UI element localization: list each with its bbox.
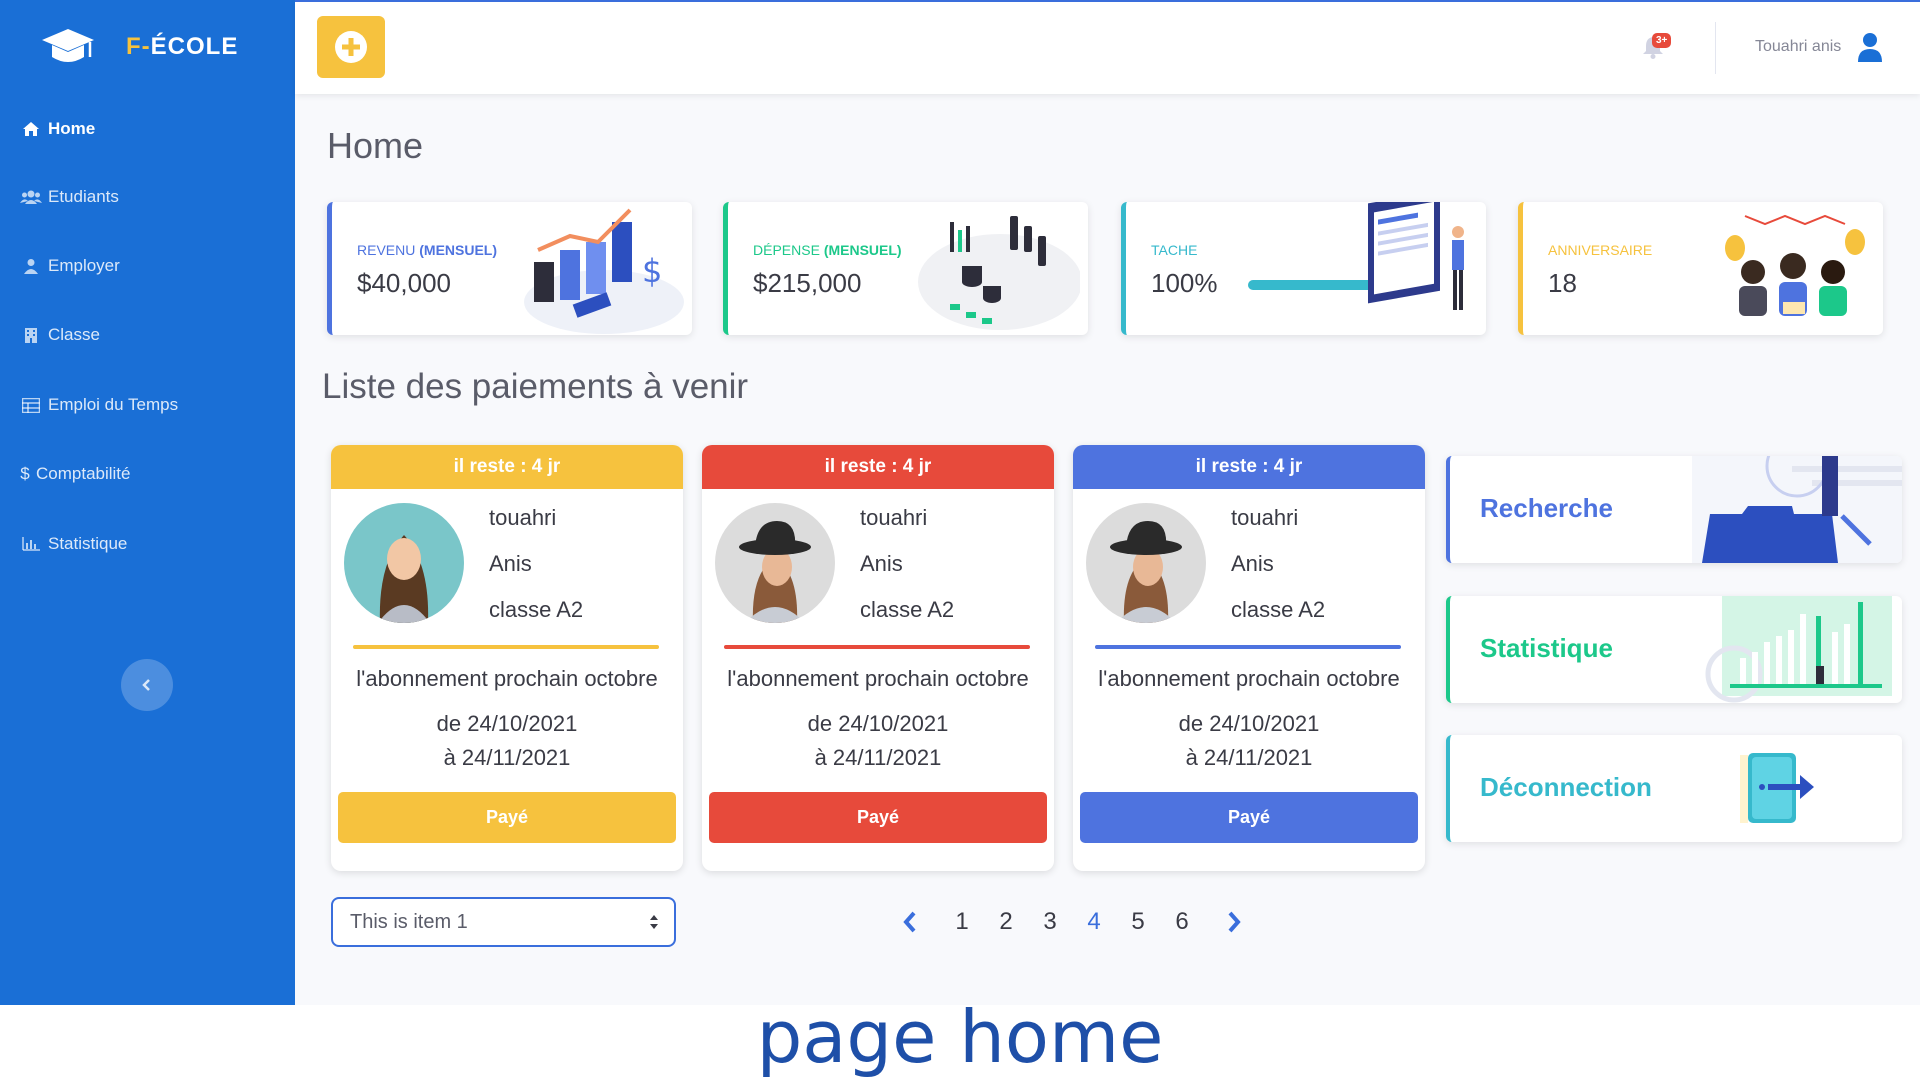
stat-value: $40,000 bbox=[357, 268, 451, 298]
subscription-text: l'abonnement prochain octobre bbox=[1098, 666, 1400, 691]
user-avatar-icon[interactable] bbox=[1857, 32, 1883, 62]
page-link-2[interactable]: 2 bbox=[984, 908, 1028, 936]
shortcut-recherche[interactable]: Recherche bbox=[1446, 456, 1902, 563]
chevron-right-icon bbox=[1228, 911, 1241, 933]
chart-icon bbox=[20, 535, 42, 553]
date-to: à 24/11/2021 bbox=[1185, 745, 1313, 770]
home-icon bbox=[20, 120, 42, 138]
pay-button[interactable]: Payé bbox=[709, 792, 1047, 843]
search-illustration bbox=[1692, 456, 1902, 563]
notification-badge: 3+ bbox=[1652, 33, 1672, 48]
add-button[interactable] bbox=[317, 16, 385, 78]
pay-button[interactable]: Payé bbox=[1080, 792, 1418, 843]
avatar bbox=[715, 503, 835, 623]
page-title: Home bbox=[327, 125, 424, 166]
topbar: 3+ Touahri anis bbox=[295, 0, 1920, 94]
svg-text:$: $ bbox=[642, 252, 662, 290]
sidebar-item-classe[interactable]: Classe bbox=[20, 320, 100, 350]
plus-circle-icon bbox=[335, 31, 367, 63]
page-link-1[interactable]: 1 bbox=[940, 908, 984, 936]
graduation-cap-icon bbox=[42, 29, 94, 62]
card-separator bbox=[1095, 645, 1401, 649]
student-last-name: Anis bbox=[1231, 551, 1274, 576]
date-from: de 24/10/2021 bbox=[436, 711, 578, 736]
topbar-divider bbox=[1715, 22, 1716, 74]
users-icon bbox=[20, 188, 42, 206]
chevron-left-icon bbox=[903, 911, 916, 933]
table-icon bbox=[20, 396, 42, 414]
dollar-icon: $ bbox=[20, 464, 30, 483]
avatar bbox=[1086, 503, 1206, 623]
stat-card-tache: TACHE 100% bbox=[1121, 202, 1486, 335]
logout-icon bbox=[1740, 753, 1814, 823]
sidebar-item-home[interactable]: Home bbox=[20, 114, 95, 144]
payment-card-header: il reste : 4 jr bbox=[702, 445, 1054, 489]
date-from: de 24/10/2021 bbox=[807, 711, 949, 736]
payment-card-header: il reste : 4 jr bbox=[1073, 445, 1425, 489]
building-icon bbox=[20, 326, 42, 344]
prev-page-button[interactable] bbox=[880, 910, 940, 934]
stat-card-anniversaire: ANNIVERSAIRE 18 bbox=[1518, 202, 1883, 335]
page-link-4[interactable]: 4 bbox=[1072, 908, 1116, 936]
chevron-left-icon bbox=[142, 679, 150, 691]
student-class: classe A2 bbox=[860, 597, 955, 622]
student-class: classe A2 bbox=[1231, 597, 1326, 622]
date-to: à 24/11/2021 bbox=[814, 745, 942, 770]
sidebar-toggle-button[interactable] bbox=[121, 659, 173, 711]
item-select[interactable]: This is item 1 bbox=[331, 897, 676, 947]
sidebar-item-etudiants[interactable]: Etudiants bbox=[20, 182, 119, 212]
birthday-illustration bbox=[1725, 214, 1865, 316]
shortcut-statistique[interactable]: Statistique bbox=[1446, 596, 1902, 703]
sidebar-item-statistique[interactable]: Statistique bbox=[20, 529, 127, 559]
page-caption: page home bbox=[756, 995, 1164, 1079]
task-illustration bbox=[1368, 202, 1464, 310]
next-page-button[interactable] bbox=[1204, 910, 1264, 934]
shortcut-deconnection[interactable]: Déconnection bbox=[1446, 735, 1902, 842]
stat-value: $215,000 bbox=[753, 268, 862, 298]
statistics-illustration bbox=[1705, 596, 1892, 703]
stat-card-revenu: REVENU (MENSUEL) $40,000 $ bbox=[327, 202, 692, 335]
section-title: Liste des paiements à venir bbox=[322, 367, 749, 406]
sidebar-item-employer[interactable]: Employer bbox=[20, 251, 120, 281]
sidebar-item-comptabilite[interactable]: $ Comptabilité bbox=[20, 459, 130, 489]
select-arrows-icon bbox=[650, 915, 658, 929]
subscription-text: l'abonnement prochain octobre bbox=[727, 666, 1029, 691]
stat-value: 18 bbox=[1548, 268, 1577, 298]
app-window: F-ÉCOLE Home Etudiants Employer Classe E… bbox=[0, 0, 1920, 1005]
payment-card-header: il reste : 4 jr bbox=[331, 445, 683, 489]
subscription-text: l'abonnement prochain octobre bbox=[356, 666, 658, 691]
expense-illustration bbox=[918, 216, 1080, 330]
brand-name: F-ÉCOLE bbox=[126, 33, 239, 60]
student-first-name: touahri bbox=[489, 505, 557, 530]
payment-card: il reste : 4 jr touahri Anis classe A2 l… bbox=[702, 445, 1054, 871]
date-from: de 24/10/2021 bbox=[1178, 711, 1320, 736]
avatar bbox=[344, 503, 464, 623]
stat-value: 100% bbox=[1151, 268, 1218, 298]
brand-logo[interactable]: F-ÉCOLE bbox=[40, 22, 238, 72]
sidebar: F-ÉCOLE Home Etudiants Employer Classe E… bbox=[0, 0, 295, 1005]
card-separator bbox=[724, 645, 1030, 649]
student-first-name: touahri bbox=[1231, 505, 1299, 530]
page-link-3[interactable]: 3 bbox=[1028, 908, 1072, 936]
revenue-illustration: $ bbox=[524, 208, 684, 334]
date-to: à 24/11/2021 bbox=[443, 745, 571, 770]
pay-button[interactable]: Payé bbox=[338, 792, 676, 843]
student-first-name: touahri bbox=[860, 505, 928, 530]
sidebar-item-emploi-du-temps[interactable]: Emploi du Temps bbox=[20, 390, 178, 420]
page-link-5[interactable]: 5 bbox=[1116, 908, 1160, 936]
student-class: classe A2 bbox=[489, 597, 584, 622]
user-icon bbox=[20, 257, 42, 275]
payment-card: il reste : 4 jr touahri Anis classe A2 l… bbox=[1073, 445, 1425, 871]
student-last-name: Anis bbox=[489, 551, 532, 576]
stat-card-depense: DÉPENSE (MENSUEL) $215,000 bbox=[723, 202, 1088, 335]
page-link-6[interactable]: 6 bbox=[1160, 908, 1204, 936]
card-separator bbox=[353, 645, 659, 649]
student-last-name: Anis bbox=[860, 551, 903, 576]
pagination: 1 2 3 4 5 6 bbox=[880, 900, 1264, 944]
username[interactable]: Touahri anis bbox=[1755, 38, 1841, 56]
payment-card: il reste : 4 jr touahri Anis classe A2 l… bbox=[331, 445, 683, 871]
